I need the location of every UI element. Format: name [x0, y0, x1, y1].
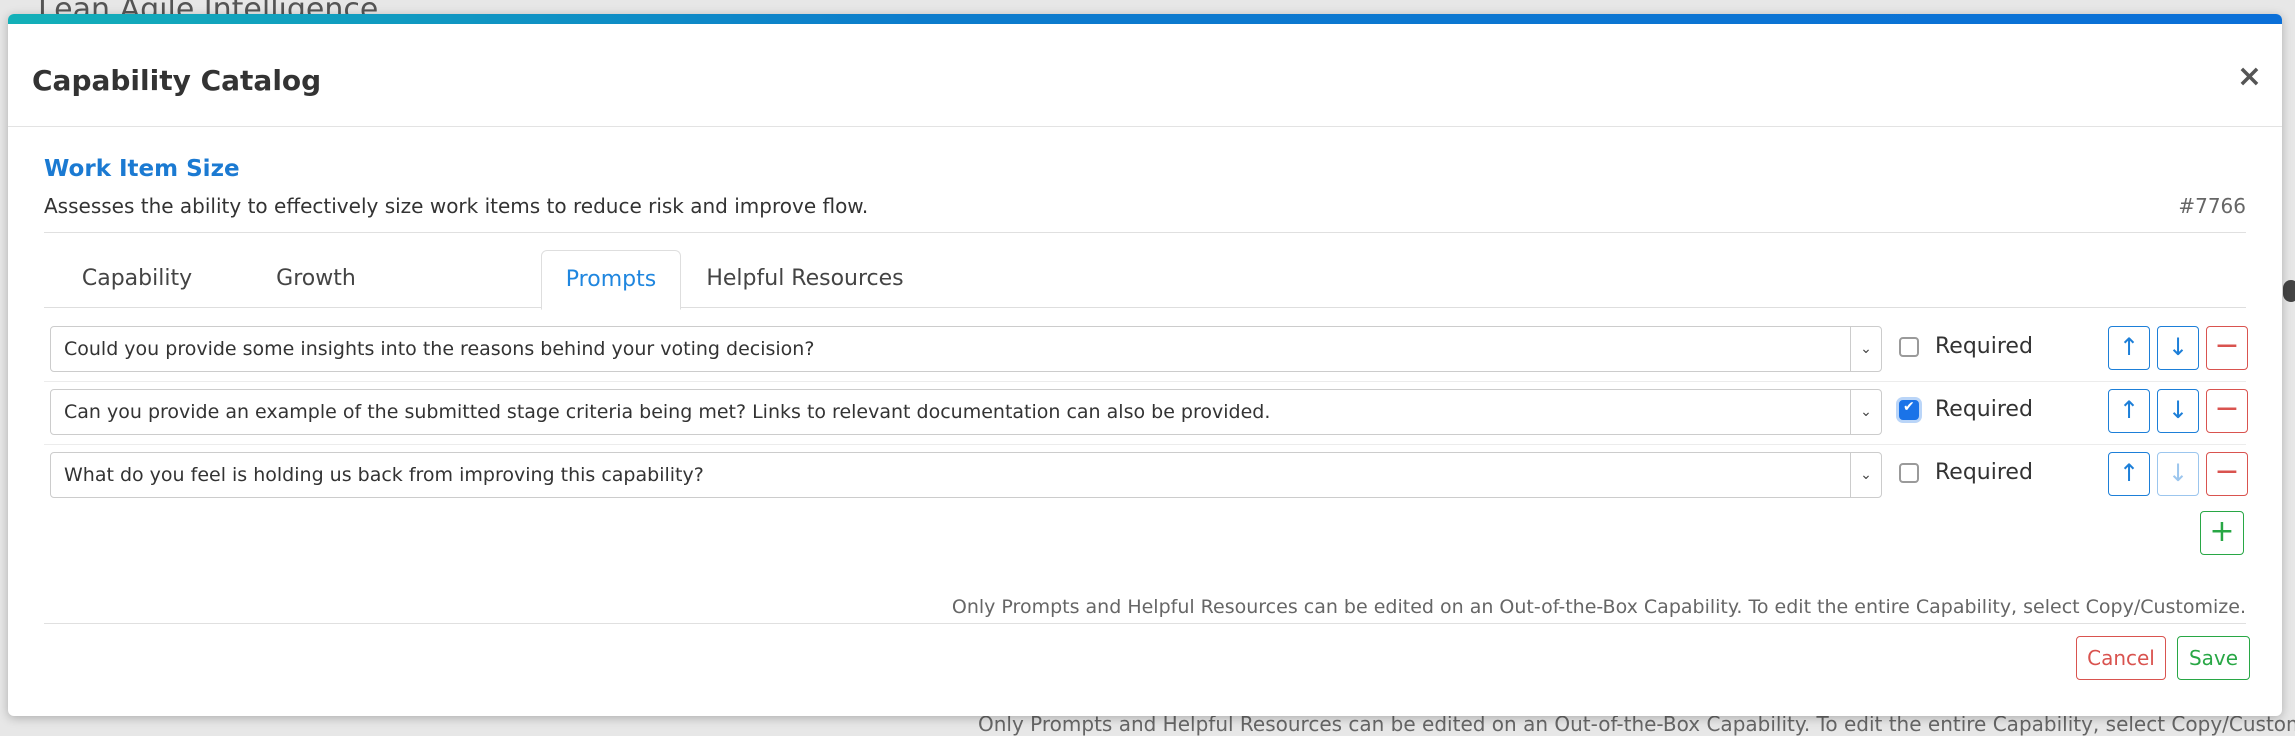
tab-capability-attributes[interactable]: Capability Attributes	[44, 250, 230, 349]
arrow-up-icon[interactable]: ↑	[2108, 452, 2150, 496]
modal-title: Capability Catalog	[32, 64, 322, 97]
arrow-up-icon[interactable]: ↑	[2108, 389, 2150, 433]
tab-bar: Capability Attributes Growth Criteria Pr…	[44, 246, 2246, 349]
save-button[interactable]: Save	[2177, 636, 2250, 680]
capability-id: #7766	[2178, 194, 2246, 218]
prompt-select[interactable]: Can you provide an example of the submit…	[50, 389, 1882, 435]
arrow-down-icon[interactable]: ↓	[2157, 326, 2199, 370]
arrow-up-icon[interactable]: ↑	[2108, 326, 2150, 370]
row-divider	[44, 444, 2246, 445]
required-label: Required	[1935, 334, 2033, 359]
required-checkbox[interactable]	[1899, 463, 1919, 483]
capability-catalog-modal: Capability Catalog × Work Item Size Asse…	[8, 14, 2282, 716]
chevron-down-icon[interactable]: ⌄	[1850, 327, 1881, 371]
prompt-select[interactable]: Could you provide some insights into the…	[50, 326, 1882, 372]
edit-restriction-note: Only Prompts and Helpful Resources can b…	[951, 596, 2246, 618]
required-checkbox[interactable]	[1899, 337, 1919, 357]
chevron-down-icon[interactable]: ⌄	[1850, 390, 1881, 434]
arrow-down-icon[interactable]: ↓	[2157, 452, 2199, 496]
divider	[44, 623, 2246, 624]
prompt-row: Can you provide an example of the submit…	[44, 383, 2248, 445]
remove-prompt-button[interactable]: −	[2206, 389, 2248, 433]
prompt-select-value: What do you feel is holding us back from…	[64, 464, 704, 486]
capability-name: Work Item Size	[44, 156, 240, 182]
prompt-select[interactable]: What do you feel is holding us back from…	[50, 452, 1882, 498]
tab-prompts[interactable]: Prompts	[541, 250, 681, 310]
tab-growth-criteria[interactable]: Growth Criteria	[234, 250, 398, 349]
prompt-select-value: Can you provide an example of the submit…	[64, 401, 1271, 423]
required-checkbox[interactable]	[1899, 399, 1919, 420]
close-icon[interactable]: ×	[2237, 62, 2262, 92]
prompt-row: Could you provide some insights into the…	[44, 320, 2248, 382]
background-fragment	[2283, 280, 2295, 302]
remove-prompt-button[interactable]: −	[2206, 452, 2248, 496]
cancel-button[interactable]: Cancel	[2076, 636, 2166, 680]
modal-accent-bar	[8, 14, 2282, 24]
capability-description: Assesses the ability to effectively size…	[44, 194, 869, 218]
remove-prompt-button[interactable]: −	[2206, 326, 2248, 370]
add-prompt-button[interactable]: +	[2200, 511, 2244, 555]
divider	[44, 232, 2246, 233]
required-label: Required	[1935, 460, 2033, 485]
row-divider	[44, 381, 2246, 382]
modal-header: Capability Catalog ×	[8, 24, 2282, 127]
prompt-select-value: Could you provide some insights into the…	[64, 338, 815, 360]
required-label: Required	[1935, 397, 2033, 422]
tab-helpful-resources[interactable]: Helpful Resources	[698, 250, 912, 308]
chevron-down-icon[interactable]: ⌄	[1850, 453, 1881, 497]
arrow-down-icon[interactable]: ↓	[2157, 389, 2199, 433]
prompt-row: What do you feel is holding us back from…	[44, 446, 2248, 508]
